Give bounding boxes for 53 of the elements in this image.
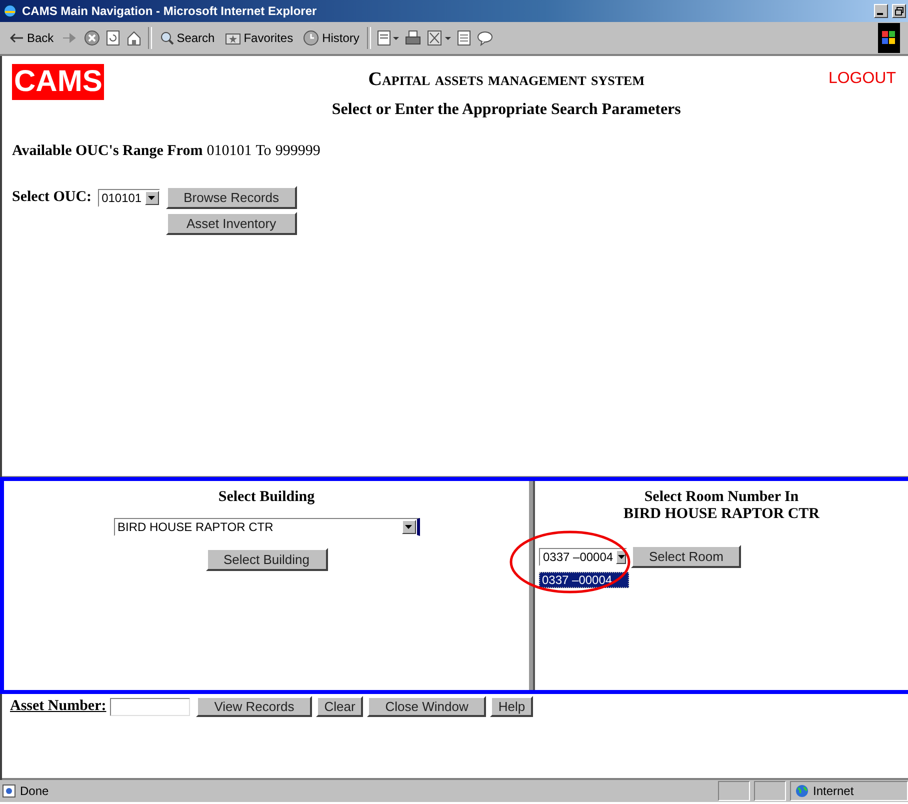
building-dropdown[interactable]: BIRD HOUSE RAPTOR CTR (114, 518, 420, 536)
printer-icon[interactable] (405, 30, 422, 46)
help-button[interactable]: Help (490, 696, 534, 717)
refresh-icon[interactable] (106, 30, 120, 46)
minimize-button[interactable] (874, 4, 888, 18)
logo: CAMS (12, 64, 104, 100)
room-dropdown[interactable]: 0337 –00004 (539, 548, 627, 566)
dropdown-arrow-icon (618, 554, 625, 559)
room-building-name: BIRD HOUSE RAPTOR CTR (622, 506, 821, 524)
window-title: CAMS Main Navigation - Microsoft Internet Explorer (22, 4, 318, 18)
view-records-button[interactable]: View Records (196, 696, 312, 717)
status-text: Done (20, 784, 49, 798)
select-building-button[interactable]: Select Building (206, 548, 328, 572)
app-title: Capital assets management system (368, 69, 644, 91)
logout-link[interactable]: LOGOUT (828, 70, 896, 88)
back-button[interactable]: Back (8, 29, 56, 47)
dropdown-option[interactable]: 0337 –00004 (539, 572, 629, 588)
search-button[interactable]: Search (158, 29, 217, 47)
speech-bubble-icon[interactable] (477, 30, 494, 46)
search-icon (160, 31, 174, 45)
range-to: 999999 (275, 143, 320, 160)
dropdown-arrow-icon (405, 525, 412, 530)
stop-icon[interactable] (84, 30, 100, 46)
range-label: Available OUC's Range From (12, 143, 203, 160)
windows-logo-icon (878, 23, 900, 53)
browser-icon (2, 3, 18, 19)
restore-icon (894, 6, 904, 16)
edit-icon[interactable] (427, 30, 452, 46)
favorites-button[interactable]: Favorites (222, 29, 296, 47)
asset-number-field[interactable] (110, 698, 190, 716)
globe-icon (795, 784, 809, 798)
building-heading: Select Building (218, 489, 315, 506)
home-icon[interactable] (126, 30, 142, 46)
room-heading: Select Room Number In (643, 489, 800, 506)
dropdown-arrow-icon (148, 196, 156, 200)
page-icon (2, 784, 16, 798)
select-room-button[interactable]: Select Room (631, 545, 742, 568)
page-subtitle: Select or Enter the Appropriate Search Parameters (332, 101, 681, 119)
asset-number-label: Asset Number: (10, 698, 106, 715)
asset-inventory-button[interactable]: Asset Inventory (166, 212, 297, 235)
back-arrow-icon (10, 33, 24, 43)
zone-text: Internet (813, 784, 854, 798)
range-from: 010101 (206, 143, 252, 160)
clear-button[interactable]: Clear (316, 696, 364, 717)
range-to-label: To (256, 143, 272, 160)
star-folder-icon (224, 31, 241, 45)
ouc-dropdown[interactable]: 010101 (98, 188, 160, 206)
close-window-button[interactable]: Close Window (367, 696, 486, 717)
document-icon[interactable] (457, 30, 472, 46)
ouc-label: Select OUC: (12, 189, 92, 206)
history-button[interactable]: History (301, 28, 362, 48)
browse-records-button[interactable]: Browse Records (166, 186, 297, 209)
restore-button[interactable] (892, 4, 906, 18)
